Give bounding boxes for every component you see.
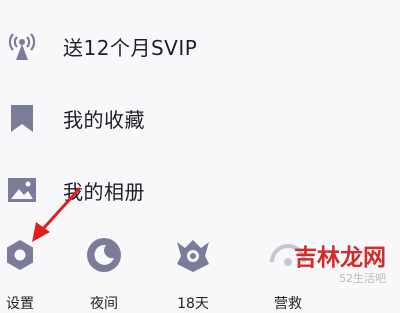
settings-button[interactable]: 设置 xyxy=(0,235,50,312)
watermark-site: 52生活吧 xyxy=(339,272,386,285)
menu-item-label: 我的相册 xyxy=(63,179,145,204)
menu-item-album[interactable]: 我的相册 xyxy=(0,160,400,220)
moon-icon xyxy=(84,235,124,275)
menu-item-svip[interactable]: 送12个月SVIP xyxy=(0,16,400,76)
checkin-days-button[interactable]: 18天 xyxy=(163,235,223,312)
broadcast-icon xyxy=(5,29,39,63)
bookmark-icon xyxy=(5,101,39,135)
rescue-label: 营救 xyxy=(274,296,302,312)
settings-label: 设置 xyxy=(6,296,34,312)
menu-item-label: 我的收藏 xyxy=(63,107,145,132)
watermark-brand: 吉林龙网 xyxy=(294,245,386,271)
watermark: 吉林龙网 52生活吧 xyxy=(294,238,386,286)
night-mode-label: 夜间 xyxy=(90,296,118,312)
checkin-days-label: 18天 xyxy=(177,296,209,312)
menu-item-label: 送12个月SVIP xyxy=(63,35,198,60)
night-mode-button[interactable]: 夜间 xyxy=(74,235,134,312)
image-icon xyxy=(5,173,39,207)
badge-icon xyxy=(173,235,213,275)
menu-item-favorites[interactable]: 我的收藏 xyxy=(0,88,400,148)
settings-icon xyxy=(0,235,40,275)
